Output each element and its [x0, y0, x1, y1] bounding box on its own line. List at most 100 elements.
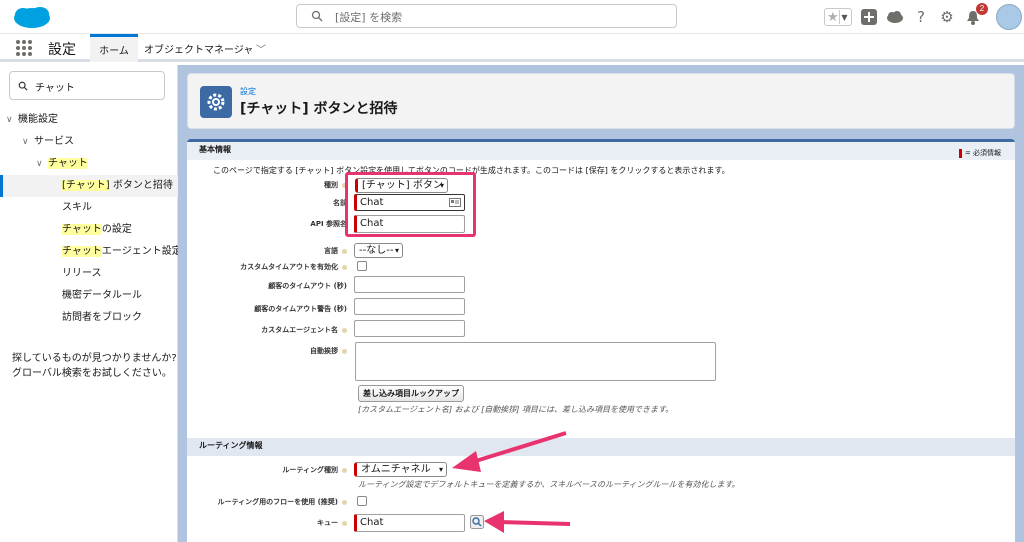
cloud-icon: [887, 11, 903, 23]
customer-timeout-warning-label: 顧客のタイムアウト警告 (秒): [187, 304, 347, 314]
global-header: [設定] を検索 ★ ▼ ? ⚙ 2: [0, 0, 1024, 34]
routing-type-select[interactable]: オムニチャネル ▾: [354, 462, 447, 477]
sidebar-item-label: 訪問者をブロック: [62, 312, 142, 323]
field-value: Chat: [360, 517, 384, 528]
sidebar-item-chat-agent-settings[interactable]: チャットエージェント設定: [62, 242, 182, 262]
sidebar-item-chat[interactable]: ∨ チャット: [36, 154, 88, 174]
setup-gear-icon: [200, 86, 232, 118]
language-select[interactable]: --なし-- ▾: [354, 243, 403, 258]
gear-icon: [207, 93, 225, 111]
label-text: 顧客のタイムアウト (秒): [268, 282, 347, 290]
help-dot-icon[interactable]: [342, 327, 347, 333]
quick-find-input[interactable]: チャット: [9, 71, 165, 100]
select-value: --なし--: [359, 245, 394, 256]
custom-timeout-checkbox[interactable]: [357, 261, 367, 271]
sidebar-item-feature-settings[interactable]: ∨ 機能設定: [6, 110, 58, 130]
search-placeholder: [設定] を検索: [335, 11, 403, 24]
chevron-down-icon: ∨: [36, 159, 43, 169]
app-nav-bar: 設定 ホーム オブジェクトマネージャ ﹀: [0, 34, 1024, 62]
required-legend-text: = 必須情報: [964, 149, 1001, 157]
chevron-down-icon[interactable]: ﹀: [256, 41, 266, 56]
label-text: ルーティング種別: [282, 466, 338, 474]
help-line: 探しているものが見つかりませんか?: [12, 353, 177, 364]
salesforce-logo[interactable]: [12, 5, 52, 31]
help-icon[interactable]: ?: [912, 8, 930, 26]
label-text: キュー: [317, 519, 338, 527]
lookup-icon[interactable]: [470, 515, 484, 529]
sidebar-item-label: リリース: [62, 268, 102, 279]
notifications-button[interactable]: 2: [964, 3, 988, 26]
sidebar-item-chat-settings[interactable]: チャットの設定: [62, 220, 132, 240]
help-dot-icon[interactable]: [342, 520, 347, 526]
user-avatar[interactable]: [996, 4, 1022, 30]
queue-field[interactable]: Chat: [354, 514, 465, 532]
auto-greeting-textarea[interactable]: [355, 342, 716, 381]
tab-object-manager[interactable]: オブジェクトマネージャ: [144, 41, 253, 56]
sidebar-item-label: エージェント設定: [101, 246, 182, 257]
help-dot-icon[interactable]: [342, 248, 347, 254]
chevron-down-icon: ∨: [6, 115, 13, 125]
routing-type-label: ルーティング種別: [187, 465, 347, 475]
sidebar-item-chat-buttons[interactable]: [チャット] ボタンと招待: [62, 176, 173, 196]
star-icon: ★: [827, 9, 839, 25]
sidebar-item-label-highlight: チャット: [62, 246, 102, 257]
language-label: 言語: [187, 246, 347, 256]
custom-timeout-label: カスタムタイムアウトを有効化: [187, 262, 347, 272]
label-text: 自動挨拶: [310, 347, 338, 355]
breadcrumb[interactable]: 設定: [240, 86, 256, 97]
annotation-box: [345, 172, 476, 237]
label-text: 言語: [324, 247, 338, 255]
sidebar-item-block-visitors[interactable]: 訪問者をブロック: [62, 308, 142, 328]
setup-sidebar: チャット ∨ 機能設定 ∨ サービス ∨ チャット [チャット] ボタンと招待 スキル…: [0, 65, 182, 542]
tab-home[interactable]: ホーム: [90, 34, 138, 62]
type-label: 種別: [187, 180, 347, 190]
favorites-button[interactable]: ★ ▼: [824, 8, 852, 26]
sidebar-item-label: 機能設定: [18, 114, 58, 125]
search-icon: [311, 10, 323, 22]
sidebar-item-label: スキル: [62, 202, 92, 213]
global-create-button[interactable]: [860, 8, 878, 26]
main-content: 設定 [チャット] ボタンと招待 基本情報 = 必須情報 このページで指定する …: [178, 65, 1024, 542]
queue-label: キュー: [187, 518, 347, 528]
chevron-down-icon: ▾: [438, 465, 443, 474]
sidebar-item-label: の設定: [101, 224, 132, 235]
label-text: ルーティング用のフローを使用 (推奨): [217, 498, 338, 506]
merge-field-lookup-button[interactable]: 差し込み項目ルックアップ: [358, 385, 464, 402]
chevron-down-icon[interactable]: ▼: [839, 10, 849, 24]
page-title: [チャット] ボタンと招待: [240, 101, 398, 117]
help-line[interactable]: グローバル検索をお試しください。: [12, 366, 177, 381]
name-label: 名前: [187, 198, 347, 208]
sidebar-item-label: 機密データルール: [62, 290, 142, 301]
chevron-down-icon: ▾: [394, 246, 399, 255]
required-legend: = 必須情報: [958, 145, 1001, 161]
global-search-input[interactable]: [設定] を検索: [296, 4, 677, 28]
quick-find-value: チャット: [35, 83, 75, 94]
help-dot-icon[interactable]: [342, 499, 347, 505]
label-text: API 参照名: [310, 220, 347, 228]
help-dot-icon[interactable]: [342, 467, 347, 473]
notification-badge: 2: [976, 3, 988, 15]
chevron-down-icon: ∨: [22, 137, 29, 147]
trailhead-button[interactable]: [886, 8, 904, 26]
sidebar-item-sensitive-data-rules[interactable]: 機密データルール: [62, 286, 142, 306]
routing-info-header: ルーティング情報: [187, 438, 1015, 456]
customer-timeout-field[interactable]: [354, 276, 465, 293]
gear-icon[interactable]: ⚙: [938, 8, 956, 26]
sidebar-item-service[interactable]: ∨ サービス: [22, 132, 74, 152]
help-dot-icon[interactable]: [342, 264, 347, 270]
routing-flow-checkbox[interactable]: [357, 496, 367, 506]
section-title: 基本情報: [199, 145, 231, 154]
app-launcher-icon[interactable]: [16, 40, 32, 56]
label-text: カスタムエージェント名: [261, 326, 338, 334]
tab-home-label: ホーム: [99, 46, 129, 57]
help-dot-icon[interactable]: [342, 348, 347, 354]
search-icon: [18, 81, 28, 91]
customer-timeout-warning-field[interactable]: [354, 298, 465, 315]
sidebar-item-deployments[interactable]: リリース: [62, 264, 102, 284]
basic-info-header: 基本情報 = 必須情報: [187, 142, 1015, 160]
sidebar-item-label-highlight: チャット: [62, 224, 102, 235]
sidebar-item-label: サービス: [34, 136, 74, 147]
sidebar-item-skills[interactable]: スキル: [62, 198, 92, 218]
custom-agent-name-field[interactable]: [354, 320, 465, 337]
customer-timeout-label: 顧客のタイムアウト (秒): [187, 281, 347, 291]
